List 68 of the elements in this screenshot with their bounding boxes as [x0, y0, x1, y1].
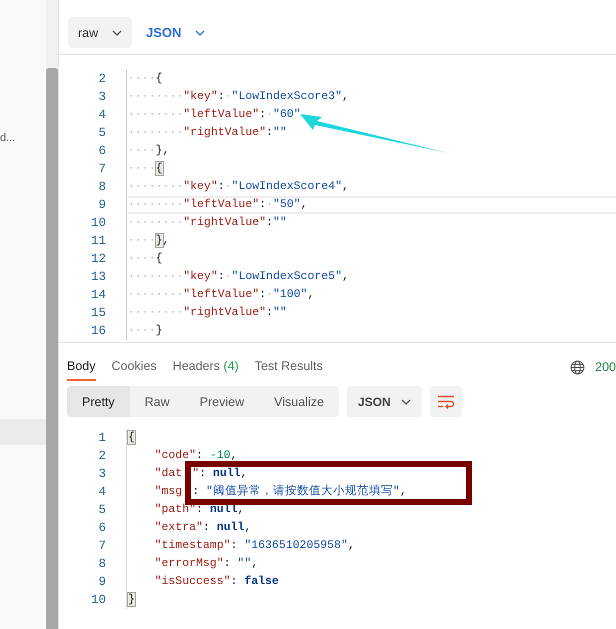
line-number: 3	[97, 89, 106, 106]
line-number: 13	[90, 269, 106, 286]
code-line: "dat ": null,	[154, 466, 248, 482]
line-number: 10	[90, 215, 106, 232]
code-line: ····},	[127, 233, 170, 249]
view-tab[interactable]: Visualize	[259, 386, 339, 417]
format-dropdown[interactable]: JSON	[346, 386, 422, 417]
sidebar-item[interactable]	[0, 419, 46, 445]
globe-icon[interactable]	[570, 360, 586, 374]
line-number: 6	[97, 143, 106, 160]
code-line: ········"leftValue":·"50",	[127, 196, 616, 214]
view-tab[interactable]: Pretty	[67, 386, 130, 417]
line-number: 8	[97, 179, 106, 196]
line-number: 4	[97, 484, 106, 501]
caret-icon	[112, 30, 122, 36]
line-number: 5	[97, 502, 106, 519]
scrollbar-thumb[interactable]	[46, 68, 58, 629]
code-line: "code": -10,	[154, 448, 238, 464]
code-line: "extra": null,	[154, 520, 252, 536]
code-line: "errorMsg": "",	[154, 556, 260, 572]
line-number: 8	[97, 556, 106, 573]
wrap-lines-button[interactable]	[430, 386, 462, 417]
body-mode-dropdown[interactable]: raw	[68, 17, 132, 48]
response-tab[interactable]: Test Results	[254, 354, 323, 380]
code-line: ········"rightValue":""	[127, 215, 288, 231]
line-number: 12	[90, 251, 106, 268]
code-line: ····{	[127, 251, 164, 267]
line-number: 9	[97, 197, 106, 214]
line-number: 3	[97, 466, 106, 483]
response-tab[interactable]: Cookies	[112, 354, 157, 380]
response-tab[interactable]: Headers (4)	[172, 354, 239, 380]
response-tab[interactable]: Body	[67, 354, 96, 380]
code-line: ········"rightValue":""	[127, 125, 288, 141]
line-number: 1	[97, 430, 106, 447]
line-number: 11	[90, 233, 106, 250]
line-number: 9	[97, 574, 106, 591]
caret-icon	[195, 30, 206, 36]
code-line: ····{	[127, 71, 164, 87]
code-line: "msg : "阈值异常，请按数值大小规范填写",	[154, 484, 408, 500]
line-number: 7	[97, 161, 106, 178]
line-number: 10	[90, 592, 106, 609]
code-line: "isSuccess": false	[154, 574, 280, 590]
line-number: 14	[90, 287, 106, 304]
sidebar-item[interactable]: d...	[0, 125, 46, 151]
code-line: ····{	[127, 161, 164, 177]
line-number: 15	[90, 305, 106, 322]
line-number: 16	[90, 323, 106, 340]
code-line: ········"rightValue":""	[127, 305, 288, 321]
caret-icon	[400, 398, 411, 404]
line-number: 6	[97, 520, 106, 537]
code-line: ········"key":·"LowIndexScore5",	[127, 269, 350, 285]
code-line: "timestamp": "1636510205958",	[154, 538, 356, 554]
line-number: 5	[97, 125, 106, 142]
code-line: ········"leftValue":·"60"	[127, 107, 302, 123]
line-number: 2	[97, 448, 106, 465]
line-number: 4	[97, 107, 106, 124]
line-number: 7	[97, 538, 106, 555]
wrap-icon	[436, 394, 455, 408]
code-line: ········"key":·"LowIndexScore3",	[127, 89, 350, 105]
line-number: 2	[97, 71, 106, 88]
view-tab[interactable]: Preview	[184, 386, 260, 417]
code-line: ········"key":·"LowIndexScore4",	[127, 179, 350, 195]
code-line: ········"leftValue":·"100",	[127, 287, 316, 303]
language-dropdown[interactable]: JSON	[140, 17, 212, 48]
code-line: ····}	[127, 323, 164, 339]
status-code: 200	[595, 360, 616, 374]
code-line: ····},	[127, 143, 170, 159]
view-tab[interactable]: Raw	[130, 386, 185, 417]
